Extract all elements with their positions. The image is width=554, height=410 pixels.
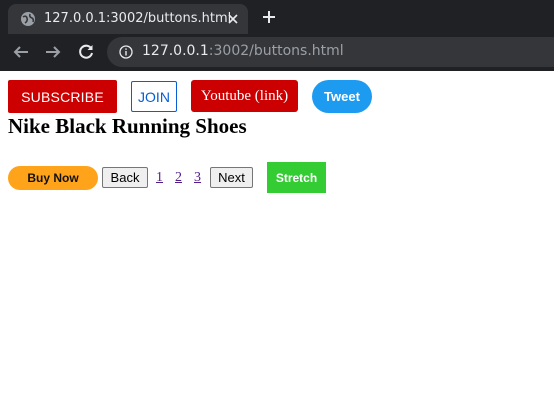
url-path: :3002/buttons.html: [208, 43, 344, 59]
tab-title: 127.0.0.1:3002/buttons.html: [44, 11, 232, 26]
buy-now-button[interactable]: Buy Now: [8, 166, 98, 190]
join-button[interactable]: JOIN: [131, 81, 177, 112]
page-link-1[interactable]: 1: [156, 170, 163, 186]
back-button[interactable]: Back: [102, 167, 148, 188]
globe-icon: [21, 12, 35, 26]
youtube-link-button[interactable]: Youtube (link): [191, 80, 298, 112]
address-bar[interactable]: 127.0.0.1:3002/buttons.html: [107, 37, 554, 67]
arrow-left-icon[interactable]: [12, 43, 30, 61]
url-text: 127.0.0.1:3002/buttons.html: [142, 43, 344, 59]
close-icon[interactable]: [226, 12, 240, 26]
arrow-right-icon[interactable]: [44, 43, 62, 61]
product-title: Nike Black Running Shoes: [8, 114, 247, 138]
page-link-2[interactable]: 2: [175, 170, 182, 186]
browser-tab[interactable]: 127.0.0.1:3002/buttons.html: [8, 4, 248, 34]
next-button[interactable]: Next: [210, 167, 253, 188]
page-link-3[interactable]: 3: [194, 170, 201, 186]
plus-icon[interactable]: [261, 9, 277, 25]
subscribe-button[interactable]: SUBSCRIBE: [8, 80, 117, 113]
tweet-button[interactable]: Tweet: [312, 80, 372, 113]
browser-chrome: 127.0.0.1:3002/buttons.html 127.0.0.1:30…: [0, 0, 554, 71]
reload-icon[interactable]: [77, 43, 95, 61]
url-host: 127.0.0.1: [142, 43, 209, 59]
info-icon[interactable]: [119, 45, 133, 59]
stretch-button[interactable]: Stretch: [267, 162, 326, 193]
